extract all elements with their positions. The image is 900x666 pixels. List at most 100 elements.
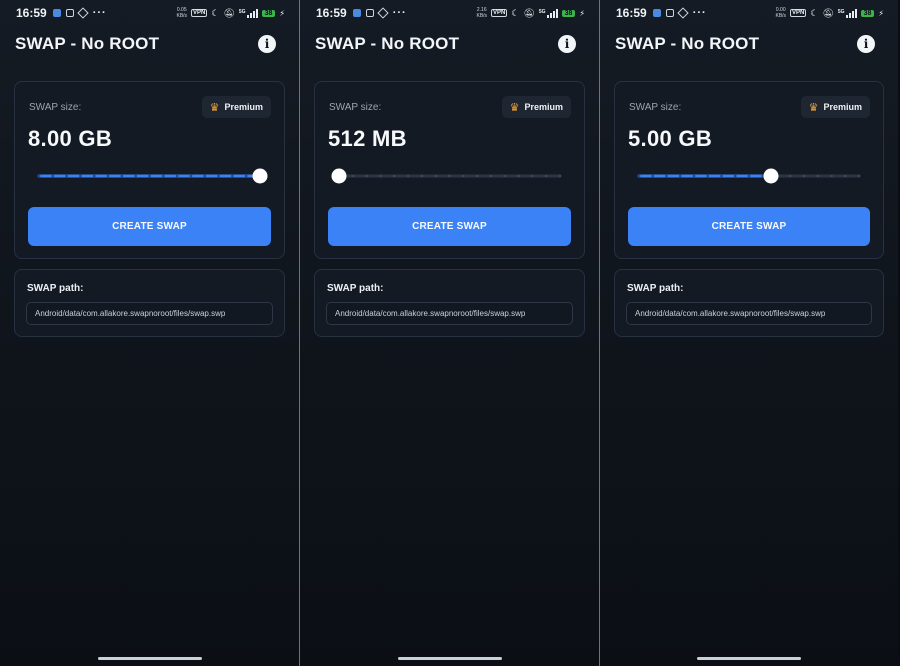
slider-tick [244,174,248,178]
swap-path-label: SWAP path: [627,283,684,294]
app-notification-icon [652,9,661,17]
status-bar: 16:59 ··· 0.05 KB/s VPN ☾ 🔕︎ 5G 38 ⚡︎ [0,0,299,26]
slider-tick [720,174,723,178]
slider-tick [830,174,833,178]
swap-path-card: SWAP path: Android/data/com.allakore.swa… [614,269,884,337]
slider-tick [544,174,548,178]
vpn-icon: VPN [491,9,508,17]
phone-screen-2: 16:59 ··· 2.16 KB/s VPN ☾ 🔕︎ 5G 38 ⚡︎ SWA… [300,0,600,666]
premium-button[interactable]: ♛ Premium [201,96,271,118]
slider-tick [651,174,655,178]
moon-icon: ☾ [211,7,220,18]
create-swap-button[interactable]: CREATE SWAP [28,207,271,246]
slider-thumb [763,168,779,184]
slider-tick [802,174,806,178]
slider-tick [65,174,69,178]
home-indicator[interactable] [97,657,202,660]
slider-tick [637,174,641,178]
slider-tick [351,174,355,178]
swap-size-card: SWAP size: ♛ Premium 5.00 GB CREATE SWAP [614,81,884,259]
create-swap-button[interactable]: CREATE SWAP [328,207,571,246]
slider-tick [51,174,55,178]
app-notification-icon [665,9,674,17]
premium-button[interactable]: ♛ Premium [800,96,870,118]
network-speed: 0.00 KB/s [775,7,787,19]
slider-tick [175,174,179,178]
crown-icon: ♛ [209,101,220,114]
slider-thumb [252,168,268,184]
slider-graphic [637,168,861,184]
premium-label: Premium [524,102,563,112]
more-notifications-icon: ··· [92,7,107,19]
slider-tick [106,174,110,178]
swap-path-card: SWAP path: Android/data/com.allakore.swa… [314,269,585,337]
swap-size-value: 8.00 GB [28,126,113,151]
app-notification-icon [352,9,361,17]
premium-label: Premium [823,102,862,112]
slider-tick [379,174,382,178]
slider-tick [217,174,220,178]
swap-path-label: SWAP path: [27,283,84,294]
premium-button[interactable]: ♛ Premium [501,96,571,118]
slider-tick [747,174,751,178]
status-time: 16:59 [316,6,347,20]
phone-screen-3: 16:59 ··· 0.00 KB/s VPN ☾ 🔕︎ 5G 38 ⚡︎ SWA… [600,0,898,666]
status-bar: 16:59 ··· 0.00 KB/s VPN ☾ 🔕︎ 5G 38 ⚡︎ [600,0,898,26]
swap-size-value: 512 MB [328,126,407,151]
swap-path-field[interactable]: Android/data/com.allakore.swapnoroot/fil… [326,302,573,325]
slider-tick [530,174,534,178]
slider-tick [161,174,165,178]
slider-tick [517,174,520,178]
swap-size-label: SWAP size: [29,102,82,113]
create-swap-button[interactable]: CREATE SWAP [628,207,870,246]
app-notification-icon [365,9,374,17]
network-speed: 0.05 KB/s [176,7,188,19]
swap-path-field[interactable]: Android/data/com.allakore.swapnoroot/fil… [26,302,273,325]
diamond-notification-icon [377,7,389,19]
app-notification-icon [52,9,61,17]
moon-icon: ☾ [810,7,819,18]
info-icon[interactable]: i [558,35,576,53]
app-header: SWAP - No ROOT i [315,30,584,58]
slider-tick [733,174,737,178]
signal-icon: 5G [838,8,857,18]
swap-size-value: 5.00 GB [628,126,713,151]
info-icon[interactable]: i [258,35,276,53]
info-icon[interactable]: i [857,35,875,53]
signal-icon: 5G [539,8,558,18]
slider-tick [79,174,82,178]
slider-tick [503,174,507,178]
vpn-icon: VPN [790,9,807,17]
slider-graphic [37,168,268,184]
slider-tick [489,174,493,178]
network-speed: 2.16 KB/s [476,7,488,19]
slider-tick [92,174,96,178]
slider-tick [788,174,792,178]
home-indicator[interactable] [397,657,502,660]
slider-tick [392,174,396,178]
slider-tick [406,174,410,178]
swap-size-label: SWAP size: [329,102,382,113]
slider-tick [461,174,465,178]
slider-tick [148,174,151,178]
swap-size-label: SWAP size: [629,102,682,113]
status-bar: 16:59 ··· 2.16 KB/s VPN ☾ 🔕︎ 5G 38 ⚡︎ [300,0,599,26]
home-indicator[interactable] [697,657,801,660]
slider-graphic [331,168,562,184]
slider-tick [134,174,138,178]
swap-path-label: SWAP path: [327,283,384,294]
charging-icon: ⚡︎ [579,8,585,18]
slider-tick [558,174,562,178]
signal-icon: 5G [239,8,258,18]
status-time: 16:59 [616,6,647,20]
battery-icon: 38 [561,9,576,17]
swap-size-card: SWAP size: ♛ Premium 8.00 GB CREATE SWAP [14,81,285,259]
battery-icon: 38 [860,9,875,17]
slider-tick [230,174,234,178]
app-notification-icon [65,9,74,17]
slider-tick [448,174,451,178]
phone-screen-1: 16:59 ··· 0.05 KB/s VPN ☾ 🔕︎ 5G 38 ⚡︎ SWA… [0,0,300,666]
slider-tick [843,174,847,178]
app-header: SWAP - No ROOT i [15,30,284,58]
swap-path-field[interactable]: Android/data/com.allakore.swapnoroot/fil… [626,302,872,325]
